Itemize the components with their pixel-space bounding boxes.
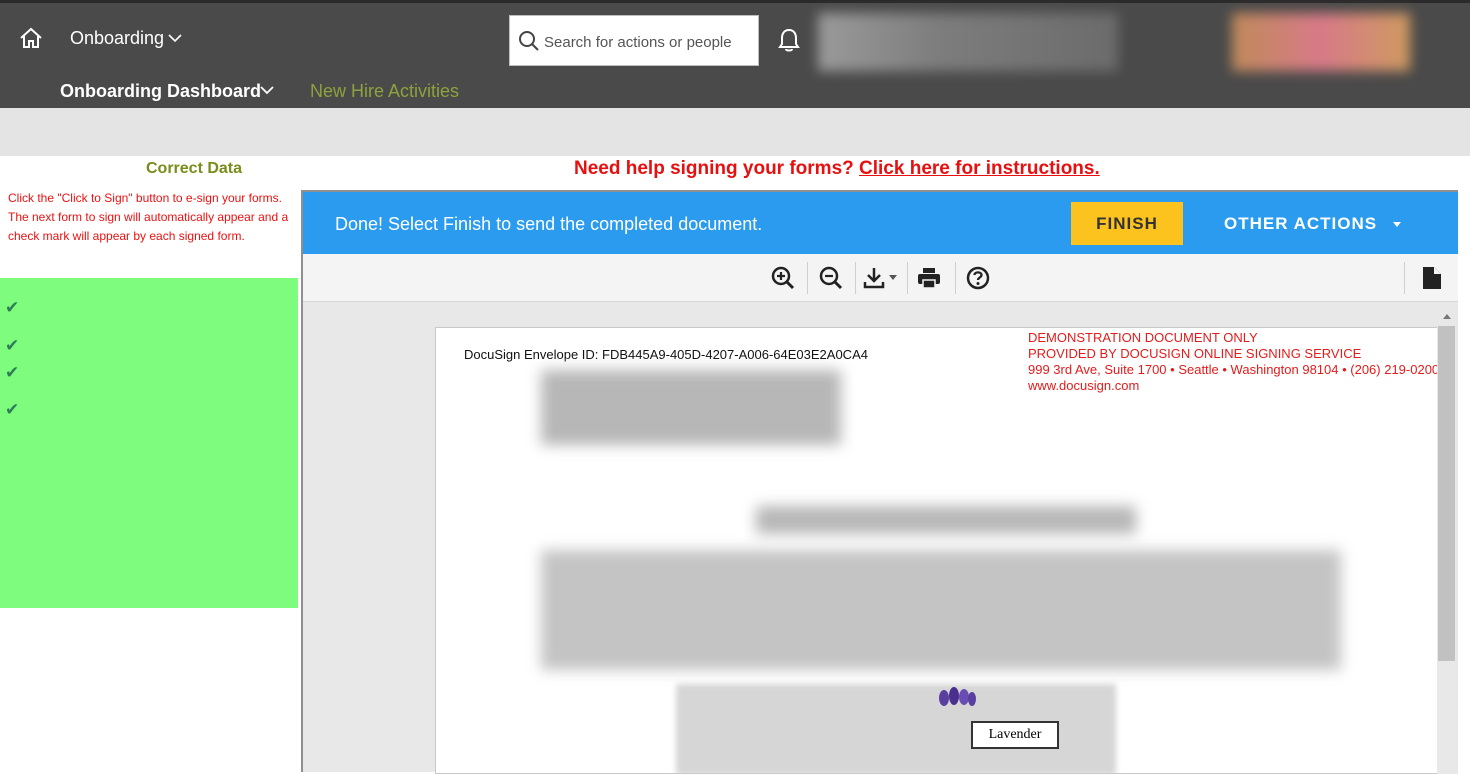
scroll-up-icon[interactable]: [1442, 312, 1452, 320]
home-icon[interactable]: [18, 25, 44, 51]
other-actions-label: OTHER ACTIONS: [1224, 214, 1378, 233]
forms-checklist: ✔ ✔ ✔ ✔: [0, 278, 298, 608]
user-profile-redacted[interactable]: [818, 13, 1118, 71]
toolbar-divider: [907, 262, 908, 294]
scrollbar-thumb[interactable]: [1438, 326, 1455, 661]
instruction-line: Click the "Click to Sign" button to e-si…: [8, 191, 282, 205]
chevron-down-icon[interactable]: [168, 33, 182, 43]
search-icon: [519, 31, 539, 51]
checkmark-icon: ✔: [5, 363, 20, 382]
search-box[interactable]: Search for actions or people: [509, 15, 759, 66]
toolbar-divider: [955, 262, 956, 294]
help-banner: Need help signing your forms? Click here…: [574, 158, 1100, 180]
print-icon[interactable]: [913, 264, 945, 292]
instruction-line: The next form to sign will automatically…: [8, 210, 289, 243]
nav-new-hire-activities[interactable]: New Hire Activities: [310, 81, 459, 102]
redacted-logo: [541, 370, 841, 445]
map-label-lavender: Lavender: [971, 721, 1059, 749]
chevron-down-icon[interactable]: [260, 85, 274, 95]
search-input[interactable]: Search for actions or people: [544, 34, 732, 51]
docusign-frame: Done! Select Finish to send the complete…: [301, 190, 1458, 774]
other-actions-menu[interactable]: OTHER ACTIONS: [1224, 214, 1403, 234]
caret-down-icon: [1392, 222, 1401, 227]
help-instructions-link[interactable]: Click here for instructions.: [859, 158, 1100, 179]
demo-line: 999 3rd Ave, Suite 1700 • Seattle • Wash…: [1028, 362, 1439, 377]
toolbar-divider: [807, 262, 808, 294]
sidebar-instructions: Click the "Click to Sign" button to e-si…: [8, 189, 293, 246]
demo-line: PROVIDED BY DOCUSIGN ONLINE SIGNING SERV…: [1028, 346, 1362, 361]
status-bar: Done! Select Finish to send the complete…: [303, 192, 1458, 254]
zoom-out-icon[interactable]: [815, 264, 847, 292]
checkmark-icon: ✔: [5, 298, 20, 317]
company-logo-redacted: [1232, 13, 1410, 71]
nav-onboarding-dashboard[interactable]: Onboarding Dashboard: [60, 81, 261, 102]
demo-line: www.docusign.com: [1028, 378, 1140, 393]
bell-icon[interactable]: [777, 27, 801, 53]
demo-line: DEMONSTRATION DOCUMENT ONLY: [1028, 330, 1258, 345]
download-icon[interactable]: [861, 264, 903, 292]
document-icon[interactable]: [1416, 264, 1448, 292]
document-toolbar: [303, 254, 1458, 302]
redacted-heading: [756, 506, 1136, 534]
help-question: Need help signing your forms?: [574, 158, 854, 179]
toolbar-divider: [855, 262, 856, 294]
status-message: Done! Select Finish to send the complete…: [335, 214, 763, 234]
app-switcher[interactable]: Onboarding: [70, 28, 164, 49]
top-navigation-bar: Onboarding Search for actions or people …: [0, 0, 1470, 108]
page-subheader: [0, 108, 1470, 241]
sidebar-title: Correct Data: [145, 160, 243, 177]
lavender-flower-icon: [939, 687, 976, 706]
finish-button[interactable]: FINISH: [1071, 202, 1183, 245]
help-icon[interactable]: [962, 264, 994, 292]
document-page: DocuSign Envelope ID: FDB445A9-405D-4207…: [435, 327, 1439, 774]
document-scrollbar[interactable]: [1437, 308, 1458, 774]
toolbar-divider: [1404, 262, 1405, 294]
checkmark-icon: ✔: [5, 400, 20, 419]
signing-sidebar: Correct Data Click the "Click to Sign" b…: [0, 156, 302, 772]
checkmark-icon: ✔: [5, 336, 20, 355]
redacted-paragraph: [541, 550, 1341, 670]
zoom-in-icon[interactable]: [767, 264, 799, 292]
demo-watermark: DEMONSTRATION DOCUMENT ONLY PROVIDED BY …: [1028, 330, 1439, 394]
envelope-id: DocuSign Envelope ID: FDB445A9-405D-4207…: [464, 347, 868, 362]
